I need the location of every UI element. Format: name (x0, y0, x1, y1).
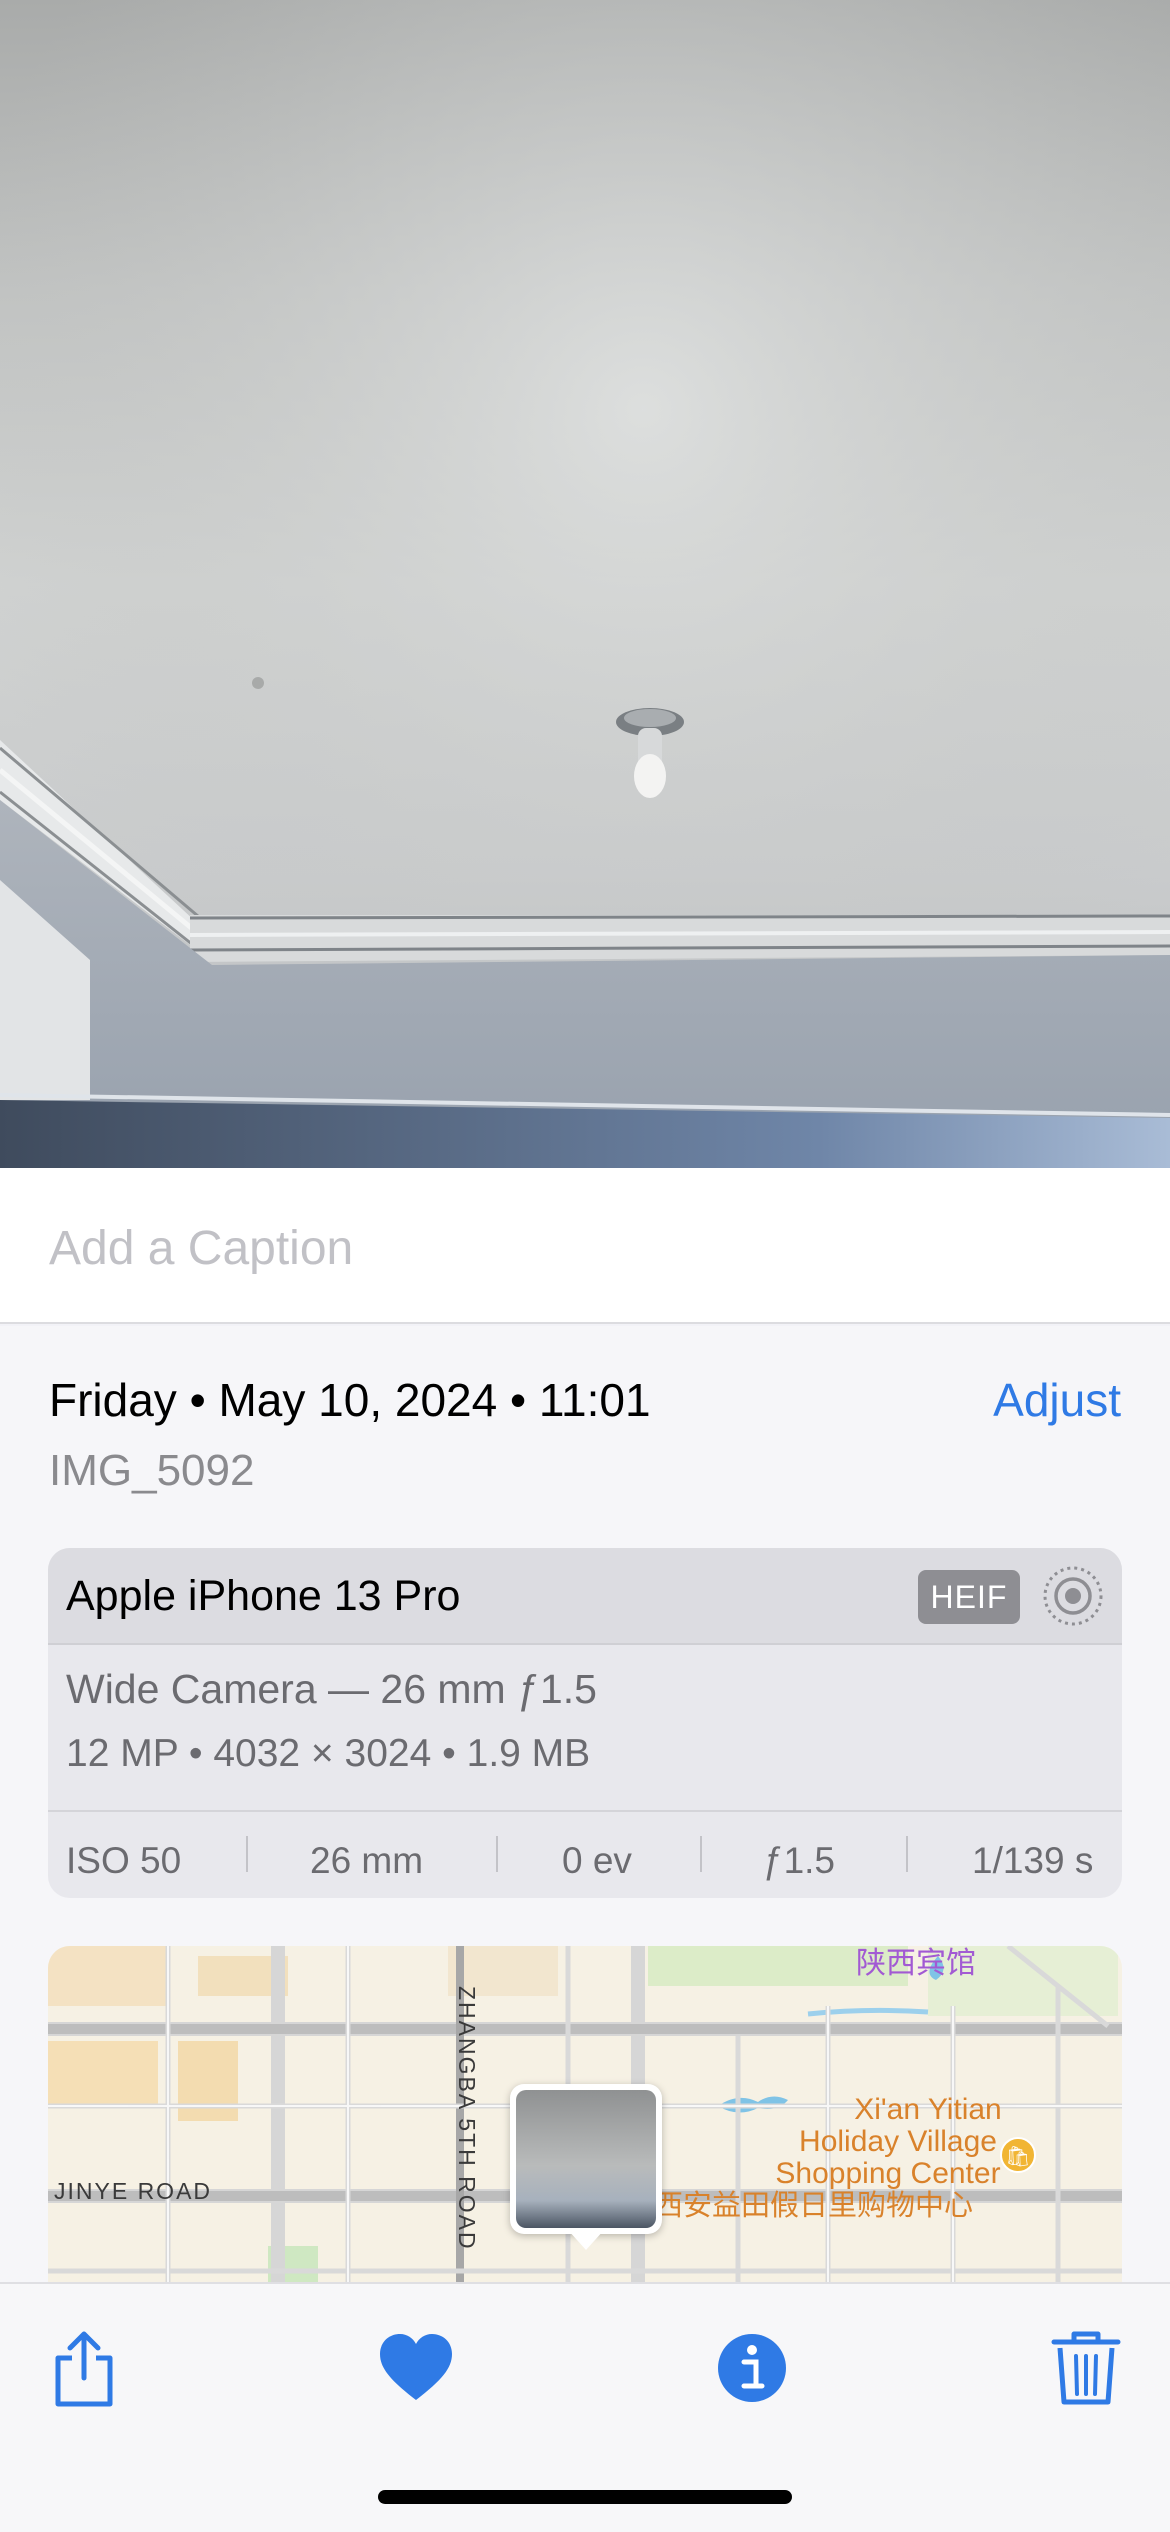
exif-separator (246, 1836, 248, 1872)
share-icon[interactable] (44, 2328, 124, 2408)
poi-label-line1: Xi'an Yitian (854, 2093, 1002, 2126)
adjust-date-button[interactable]: Adjust (993, 1373, 1121, 1427)
map-photo-thumbnail (516, 2090, 656, 2228)
exif-shutter: 1/139 s (972, 1840, 1094, 1881)
favorite-heart-icon[interactable] (376, 2328, 456, 2408)
caption-input[interactable] (49, 1218, 1119, 1278)
poi-label-line2: Holiday Village (799, 2125, 997, 2158)
live-photo-icon (1043, 1566, 1103, 1626)
image-specs: 12 MP • 4032 × 3024 • 1.9 MB (66, 1732, 591, 1775)
poi-label-chinese: 西安益田假日里购物中心 (654, 2190, 974, 2222)
exif-separator (700, 1836, 702, 1872)
home-indicator (378, 2490, 792, 2504)
camera-info-card: Apple iPhone 13 Pro HEIF Wide Camera — 2… (48, 1548, 1122, 1898)
info-icon[interactable] (712, 2328, 792, 2408)
device-name: Apple iPhone 13 Pro (66, 1572, 461, 1620)
file-name: IMG_5092 (49, 1446, 255, 1495)
road-label-zhangba: ZHANGBA 5TH ROAD (453, 1986, 480, 2251)
location-map[interactable]: 陕西宾馆 JINYE ROAD ZHANGBA 5TH ROAD Xi'an Y… (48, 1946, 1122, 2286)
shopping-bag-icon[interactable]: 🛍 (1000, 2137, 1036, 2173)
camera-card-header: Apple iPhone 13 Pro HEIF (48, 1548, 1122, 1645)
map-photo-pin[interactable] (510, 2084, 662, 2234)
exif-iso: ISO 50 (66, 1840, 182, 1881)
caption-area (0, 1168, 1170, 1324)
road-label-jinye: JINYE ROAD (54, 2178, 213, 2204)
ceiling-photo (0, 0, 1170, 1168)
capture-date: Friday • May 10, 2024 • 11:01 (49, 1374, 651, 1426)
photo-view[interactable] (0, 0, 1170, 1168)
exif-row: ISO 50 26 mm 0 ev ƒ1.5 1/139 s (48, 1812, 1122, 1898)
exif-focal-length: 26 mm (310, 1840, 424, 1881)
exif-exposure-bias: 0 ev (562, 1840, 632, 1881)
exif-separator (906, 1836, 908, 1872)
poi-partial-label: 陕西宾馆 (856, 1947, 976, 1980)
info-panel: Friday • May 10, 2024 • 11:01 Adjust IMG… (0, 1326, 1170, 2286)
format-badge: HEIF (918, 1570, 1020, 1624)
map-pin-pointer (568, 2230, 604, 2250)
road-label-zhangba-text: ZHANGBA 5TH ROAD (454, 1986, 480, 2251)
lens-info: Wide Camera — 26 mm ƒ1.5 (66, 1666, 597, 1712)
exif-separator (496, 1836, 498, 1872)
trash-icon[interactable] (1046, 2328, 1126, 2408)
exif-aperture: ƒ1.5 (763, 1840, 836, 1881)
